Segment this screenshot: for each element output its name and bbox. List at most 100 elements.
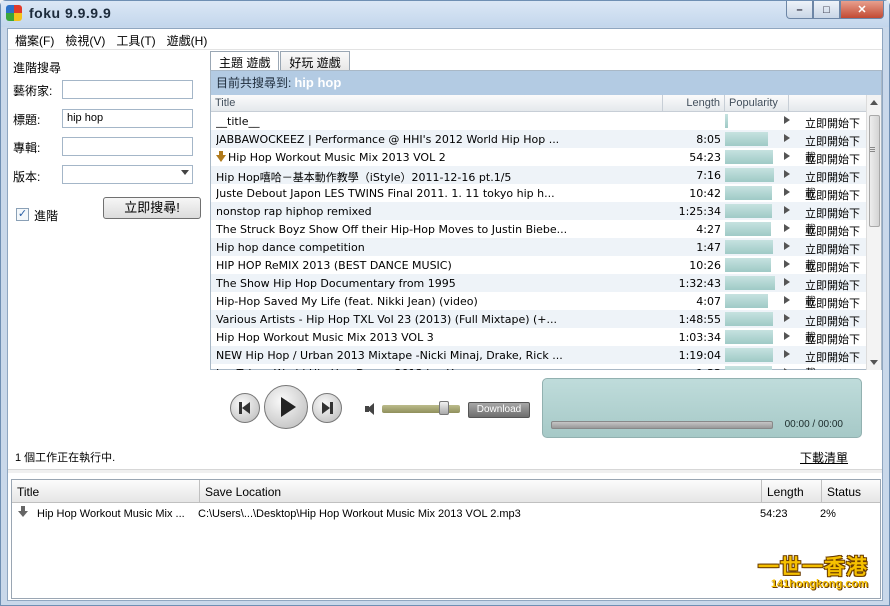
title-bar[interactable]: foku 9.9.9.9 – □ ✕ [1,1,889,27]
artist-input[interactable] [62,80,193,99]
result-title: Various Artists - Hip Hop TXL Vol 23 (20… [216,313,661,326]
download-status: 2% [820,508,836,520]
column-popularity[interactable]: Popularity [725,95,789,111]
downloads-column-location[interactable]: Save Location [200,480,762,503]
downloads-column-headers: Title Save Location Length Status [12,480,880,503]
result-row[interactable]: Juste Debout Japon LES TWINS Final 2011.… [211,184,866,218]
album-label: 專輯: [13,141,41,155]
scroll-up-icon[interactable] [870,100,878,105]
play-preview-icon[interactable] [784,296,790,304]
scrollbar-thumb[interactable] [869,115,880,227]
menu-view[interactable]: 檢視(V) [64,29,111,49]
minimize-button[interactable]: – [786,1,813,19]
result-row[interactable]: Hip hop dance competition 1:47 立即開始下載 [211,238,866,272]
album-input[interactable] [62,137,193,156]
result-row[interactable]: The Struck Boyz Show Off their Hip-Hop M… [211,220,866,254]
download-list-link[interactable]: 下載清單 [800,449,848,466]
play-preview-icon[interactable] [784,116,790,124]
downloads-column-status[interactable]: Status [822,480,880,503]
result-row[interactable]: The Show Hip Hop Documentary from 1995 1:… [211,274,866,308]
previous-button[interactable] [230,393,260,423]
play-preview-icon[interactable] [784,278,790,286]
result-row[interactable]: JABBAWOCKEEZ | Performance @ HHI's 2012 … [211,130,866,164]
volume-icon[interactable] [365,403,377,415]
menu-file[interactable]: 檔案(F) [14,29,60,49]
skip-forward-bar [330,402,333,414]
result-length: 1:25:34 [678,205,721,218]
result-row[interactable]: NEW Hip Hop / Urban 2013 Mixtape -Nicki … [211,346,866,370]
play-preview-icon[interactable] [784,260,790,268]
download-arrow-icon [18,506,28,517]
result-length: 1:47 [696,241,721,254]
popularity-bar [725,276,775,290]
result-length: 1:03:34 [678,331,721,344]
play-preview-icon[interactable] [784,350,790,358]
downloads-column-length[interactable]: Length [762,480,822,503]
popularity-bar [725,132,768,146]
menu-tools[interactable]: 工具(T) [115,29,161,49]
result-row[interactable]: Inu Taisyo World Hip Hop Dance 2013 Inu … [211,364,866,370]
result-title: Hip Hop嘻哈－基本動作教學（iStyle）2011-12-16 pt.1/… [216,169,661,185]
result-length: 1:48:55 [678,313,721,326]
play-preview-icon[interactable] [784,332,790,340]
play-button[interactable] [264,385,308,429]
playback-time: 00:00 / 00:00 [784,419,843,430]
download-row[interactable]: Hip Hop Workout Music Mix ... C:\Users\.… [12,506,880,524]
download-now-link[interactable]: 立即開始下載 [805,367,866,370]
result-row[interactable]: HIP HOP ReMIX 2013 (BEST DANCE MUSIC) 10:… [211,256,866,290]
maximize-button[interactable]: □ [813,1,840,19]
column-length[interactable]: Length [663,95,725,111]
playback-progress-bar[interactable] [551,421,773,429]
play-preview-icon[interactable] [784,314,790,322]
skip-forward-icon [322,402,330,414]
close-button[interactable]: ✕ [840,1,884,19]
advanced-search-panel: 進階搜尋 藝術家: 標題: hip hop 專輯: 版本: ✓ 進階 立即搜尋! [8,50,208,450]
play-preview-icon[interactable] [784,242,790,250]
search-now-button[interactable]: 立即搜尋! [103,197,201,219]
play-preview-icon[interactable] [784,188,790,196]
result-title-text: Hip hop dance competition [216,241,365,254]
play-preview-icon[interactable] [784,224,790,232]
results-column-headers: Title Length Popularity [211,95,866,112]
app-logo-icon [6,5,22,21]
play-icon [281,397,296,417]
popularity-bar [725,150,773,164]
result-row[interactable]: Various Artists - Hip Hop TXL Vol 23 (20… [211,310,866,344]
result-row[interactable]: Hip-Hop Saved My Life (feat. Nikki Jean)… [211,292,866,326]
menu-games[interactable]: 遊戲(H) [166,29,214,49]
scroll-down-icon[interactable] [870,360,878,365]
result-row[interactable]: Hip Hop Workout Music Mix 2013 VOL 3 1:03… [211,328,866,362]
player-display: 00:00 / 00:00 [542,378,862,438]
advanced-search-heading: 進階搜尋 [13,61,62,75]
results-scrollbar[interactable] [866,95,881,370]
next-button[interactable] [312,393,342,423]
version-select[interactable] [62,165,193,184]
play-preview-icon[interactable] [784,134,790,142]
column-title[interactable]: Title [211,95,663,111]
results-search-term: hip hop [294,75,342,90]
menu-bar: 檔案(F) 檢視(V) 工具(T) 遊戲(H) [8,29,882,49]
download-button[interactable]: Download [468,402,530,418]
panel-splitter[interactable] [8,469,882,473]
result-title-text: JABBAWOCKEEZ | Performance @ HHI's 2012 … [216,133,560,146]
tab-themes-games[interactable]: 主題 遊戲 [210,51,280,71]
play-preview-icon[interactable] [784,170,790,178]
result-title-text: Hip Hop Workout Music Mix 2013 VOL 3 [216,331,434,344]
result-title: The Show Hip Hop Documentary from 1995 [216,277,661,290]
column-actions [789,95,866,111]
result-row[interactable]: Hip Hop Workout Music Mix 2013 VOL 2 54:2… [211,148,866,182]
play-preview-icon[interactable] [784,206,790,214]
tab-fun-games[interactable]: 好玩 遊戲 [280,51,350,70]
play-preview-icon[interactable] [784,152,790,160]
result-title: Inu Taisyo World Hip Hop Dance 2013 Inu … [216,367,661,370]
title-input[interactable]: hip hop [62,109,193,128]
volume-slider-handle[interactable] [439,401,449,415]
downloads-column-title[interactable]: Title [12,480,200,503]
downloads-panel: Title Save Location Length Status Hip Ho… [11,479,881,599]
result-row[interactable]: nonstop rap hiphop remixed 1:25:34 立即開始下載 [211,202,866,236]
result-row[interactable]: Hip Hop嘻哈－基本動作教學（iStyle）2011-12-16 pt.1/… [211,166,866,200]
result-row[interactable]: __title__立即開始下載 [211,112,866,146]
popularity-bar [725,186,772,200]
advanced-checkbox[interactable]: ✓ [16,208,29,221]
play-preview-icon[interactable] [784,368,790,370]
